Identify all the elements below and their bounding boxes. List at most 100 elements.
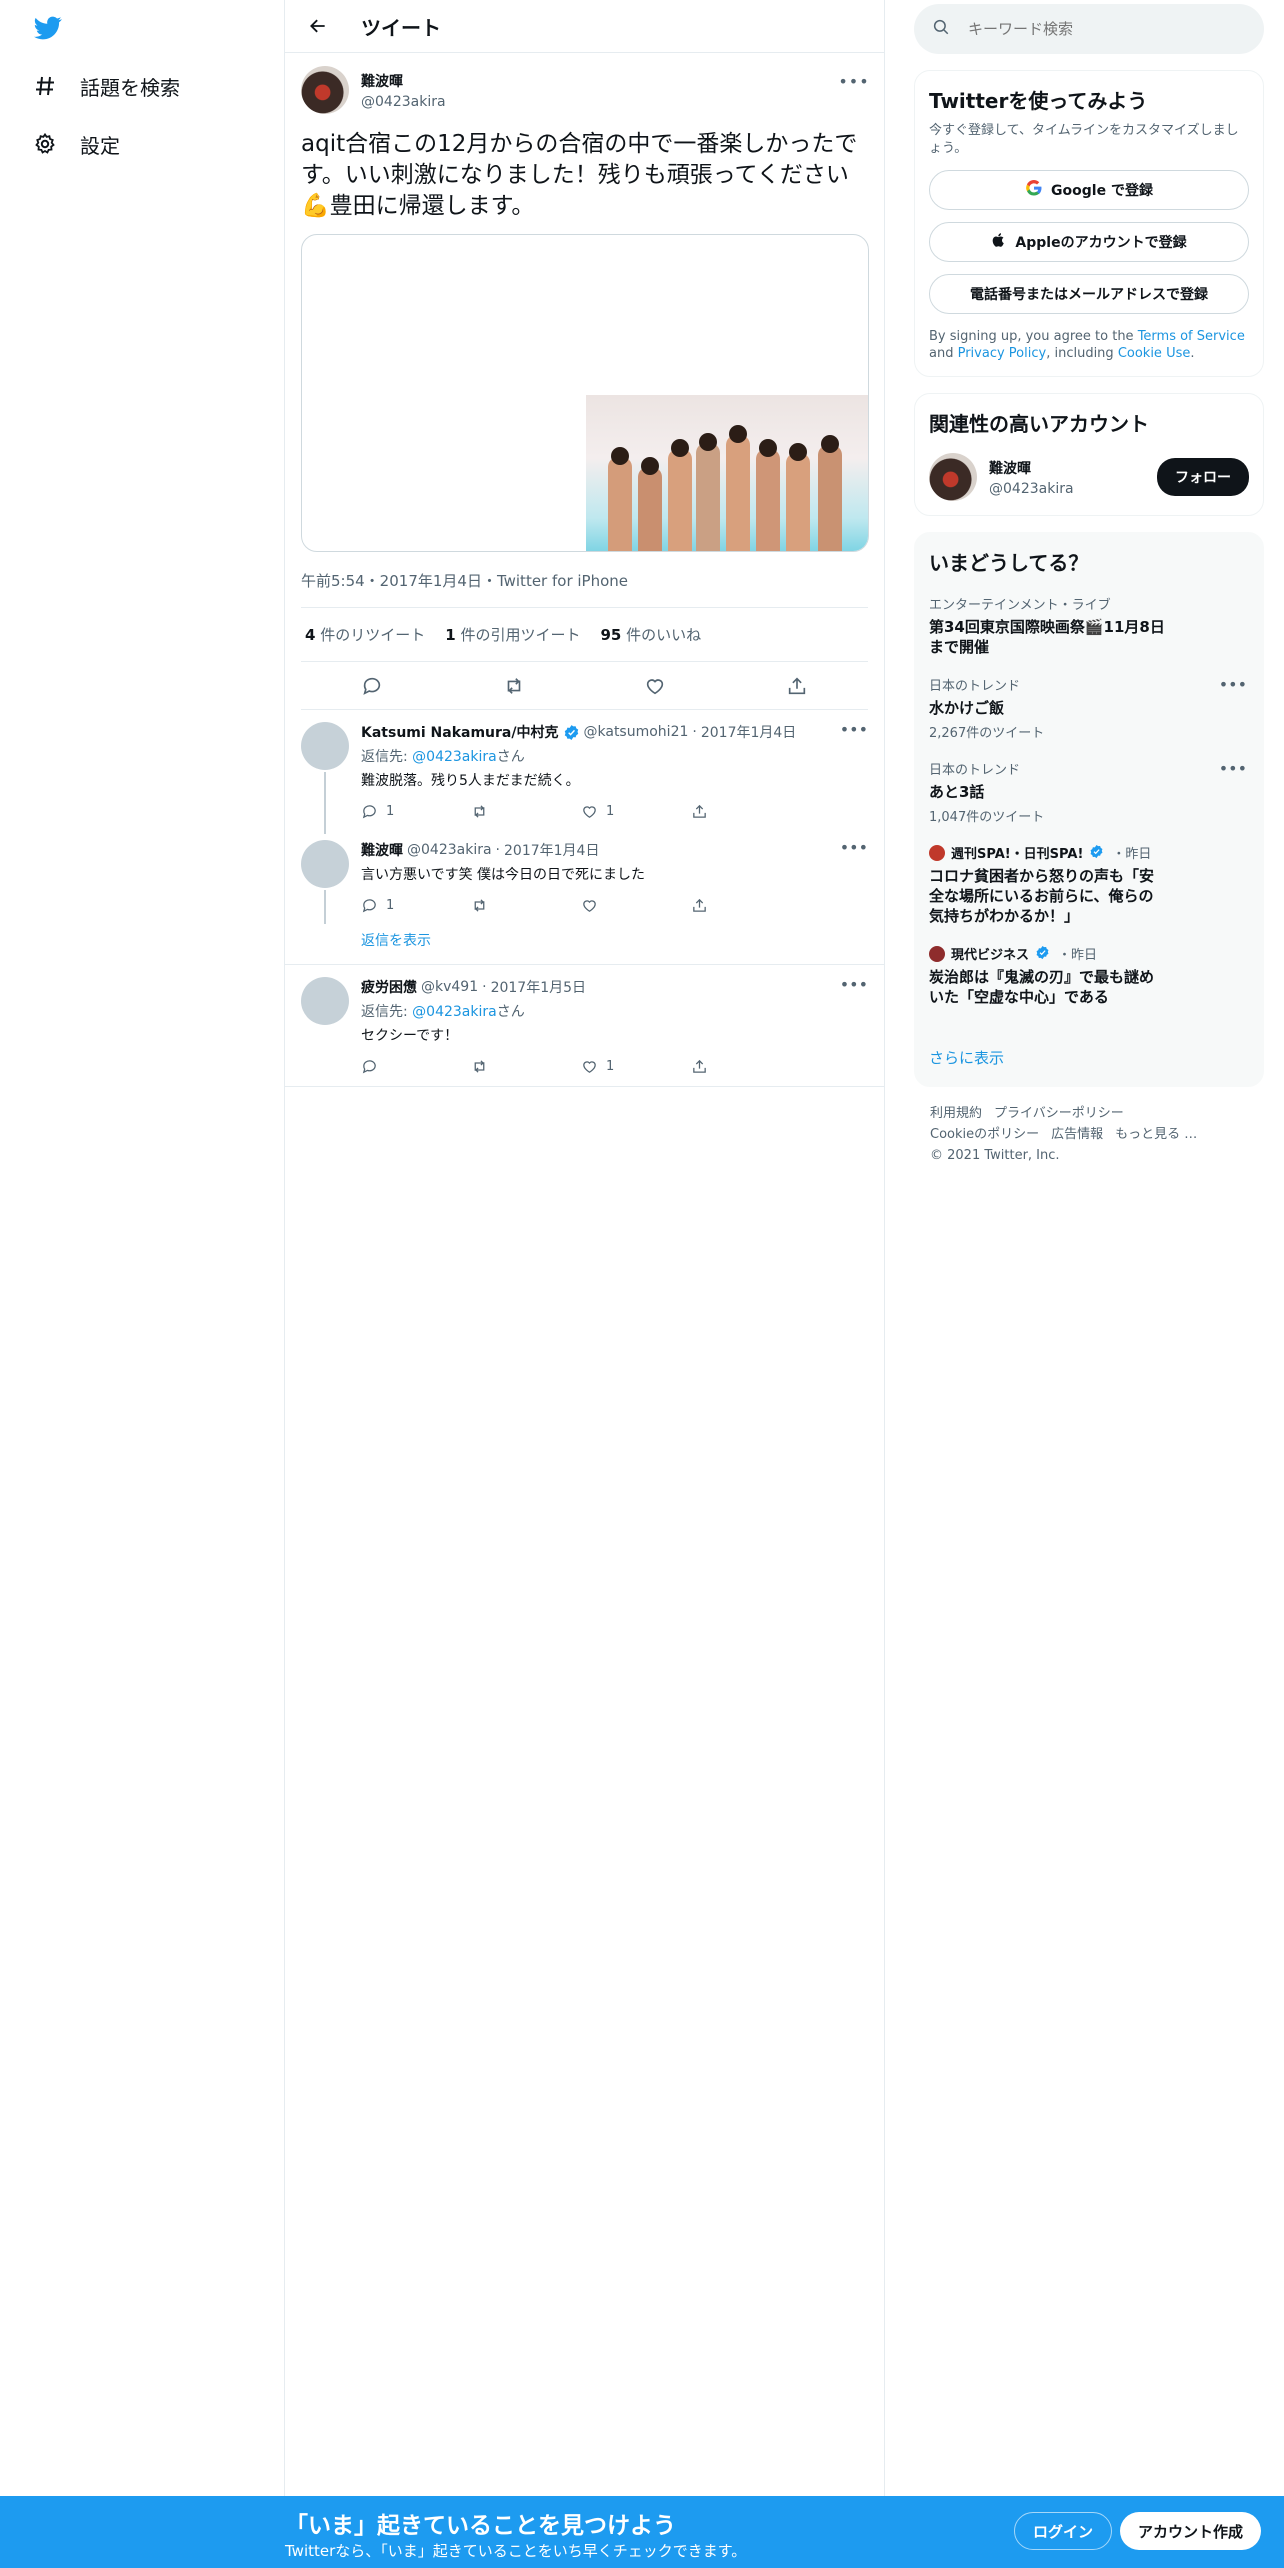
avatar[interactable] — [301, 722, 349, 770]
related-title: 関連性の高いアカウント — [929, 412, 1149, 436]
tweet-media[interactable] — [301, 234, 869, 552]
search-icon — [932, 18, 950, 40]
apple-signup-button[interactable]: Appleのアカウントで登録 — [929, 222, 1249, 262]
trend-item[interactable]: エンターテインメント・ライブ 第34回東京国際映画祭🎬11月8日まで開催 — [929, 594, 1249, 657]
hashtag-icon — [30, 71, 60, 101]
retweet-button[interactable] — [471, 897, 581, 914]
trend-count: 1,047件のツイート — [929, 810, 1045, 825]
reply-item[interactable]: 疲労困憊 @kv491 · 2017年1月5日 ••• 返信先: @0423ak… — [285, 965, 884, 1087]
reply-date[interactable]: 2017年1月4日 — [504, 840, 599, 860]
phone-email-signup-button[interactable]: 電話番号またはメールアドレスで登録 — [929, 274, 1249, 314]
apple-signup-label: Appleのアカウントで登録 — [1015, 235, 1187, 251]
avatar[interactable] — [301, 66, 349, 114]
retweet-button[interactable] — [471, 1058, 581, 1075]
news-item[interactable]: 現代ビジネス ・昨日 炭治郎は『鬼滅の刃』で最も謎めいた「空虚な中心」である — [929, 944, 1249, 1007]
avatar[interactable] — [301, 977, 349, 1025]
main-tweet: 難波暉 @0423akira ••• aqit合宿この12月からの合宿の中で一番… — [285, 53, 884, 710]
avatar[interactable] — [301, 840, 349, 888]
like-icon[interactable] — [637, 668, 673, 704]
reply-actions: 1 — [361, 884, 868, 926]
privacy-link[interactable]: Privacy Policy — [958, 346, 1047, 361]
reply-author-handle[interactable]: @0423akira — [407, 842, 492, 858]
reply-date[interactable]: 2017年1月5日 — [491, 977, 586, 997]
related-account-name[interactable]: 難波暉 — [989, 458, 1157, 478]
reply-text: 言い方悪いです笑 僕は今日の日で死にました — [361, 867, 646, 883]
reply-actions: 1 — [361, 1045, 868, 1087]
share-button[interactable] — [691, 1058, 801, 1075]
footer-terms-link[interactable]: 利用規約 — [930, 1106, 982, 1121]
nav-explore[interactable]: 話題を検索 — [30, 58, 180, 114]
share-button[interactable] — [691, 803, 801, 820]
retweet-button[interactable] — [471, 803, 581, 820]
share-button[interactable] — [691, 897, 801, 914]
reply-author-name[interactable]: 疲労困憊 — [361, 977, 417, 997]
reply-item[interactable]: 難波暉 @0423akira · 2017年1月4日 ••• 言い方悪いです笑 … — [285, 828, 884, 924]
more-options-icon[interactable]: ••• — [1219, 675, 1247, 694]
footer-privacy-link[interactable]: プライバシーポリシー — [994, 1106, 1124, 1121]
back-arrow-icon[interactable] — [301, 9, 335, 43]
reply-author-name[interactable]: 難波暉 — [361, 840, 403, 860]
reply-item[interactable]: Katsumi Nakamura/中村克 @katsumohi21 · 2017… — [285, 710, 884, 834]
more-options-icon[interactable]: ••• — [840, 975, 868, 994]
news-source: 週刊SPA!・日刊SPA! — [951, 847, 1084, 862]
reply-button[interactable] — [361, 1058, 471, 1075]
quotes-stat[interactable]: 1 件の引用ツイート — [445, 624, 580, 645]
trend-item[interactable]: 日本のトレンド あと3話 1,047件のツイート ••• — [929, 759, 1249, 825]
mention-link[interactable]: @0423akira — [412, 1004, 497, 1020]
trend-item[interactable]: 日本のトレンド 水かけご飯 2,267件のツイート ••• — [929, 675, 1249, 741]
twitter-logo-icon[interactable] — [32, 14, 64, 42]
search-box[interactable] — [914, 4, 1264, 54]
related-accounts-card: 関連性の高いアカウント 難波暉 @0423akira フォロー — [914, 393, 1264, 516]
more-options-icon[interactable]: ••• — [840, 720, 868, 739]
terms-link[interactable]: Terms of Service — [1138, 329, 1245, 344]
retweets-stat[interactable]: 4 件のリツイート — [305, 624, 425, 645]
avatar[interactable] — [929, 453, 977, 501]
trend-title: あと3話 — [929, 783, 985, 801]
related-account[interactable]: 難波暉 @0423akira フォロー — [929, 453, 1249, 501]
cookie-link[interactable]: Cookie Use — [1118, 346, 1191, 361]
related-account-handle[interactable]: @0423akira — [989, 481, 1157, 497]
trends-card: いまどうしてる？ エンターテインメント・ライブ 第34回東京国際映画祭🎬11月8… — [914, 532, 1264, 1087]
show-more-link[interactable]: さらに表示 — [929, 1047, 1249, 1068]
reply-date[interactable]: 2017年1月4日 — [701, 722, 796, 742]
reply-author-handle[interactable]: @katsumohi21 — [584, 724, 689, 740]
tweet-timestamp[interactable]: 午前5:54・2017年1月4日・Twitter for iPhone — [301, 552, 868, 608]
reply-text: 難波脱落。残り5人まだまだ続く。 — [361, 773, 580, 789]
more-options-icon[interactable]: ••• — [840, 838, 868, 857]
retweet-icon[interactable] — [496, 668, 532, 704]
tweet-actions — [301, 662, 868, 710]
like-button[interactable]: 1 — [581, 1058, 691, 1075]
like-button[interactable] — [581, 897, 691, 914]
verified-badge-icon — [563, 724, 580, 741]
share-icon[interactable] — [779, 668, 815, 704]
reply-icon[interactable] — [354, 668, 390, 704]
footer-ads-link[interactable]: 広告情報 — [1051, 1127, 1103, 1142]
footer-more-link[interactable]: もっと見る … — [1115, 1127, 1197, 1142]
nav-settings[interactable]: 設定 — [30, 116, 120, 172]
author-name[interactable]: 難波暉 — [361, 71, 446, 91]
news-time: ・昨日 — [1058, 948, 1098, 963]
like-button[interactable]: 1 — [581, 803, 691, 820]
login-button[interactable]: ログイン — [1014, 2512, 1113, 2550]
reply-button[interactable]: 1 — [361, 803, 471, 820]
group-photo[interactable] — [586, 395, 868, 551]
mention-link[interactable]: @0423akira — [412, 749, 497, 765]
reply-author-handle[interactable]: @kv491 — [421, 979, 478, 995]
reply-author-name[interactable]: Katsumi Nakamura/中村克 — [361, 722, 559, 742]
more-options-icon[interactable]: ••• — [1219, 759, 1247, 778]
search-input[interactable] — [968, 20, 1228, 38]
footer-cookie-link[interactable]: Cookieのポリシー — [930, 1127, 1039, 1142]
google-signup-button[interactable]: Google で登録 — [929, 170, 1249, 210]
news-item[interactable]: 週刊SPA!・日刊SPA! ・昨日 コロナ貧困者から怒りの声も「安全な場所にいるお… — [929, 843, 1249, 926]
show-replies-link[interactable]: 返信を表示 — [285, 924, 884, 965]
likes-stat[interactable]: 95 件のいいね — [600, 624, 701, 645]
follow-button[interactable]: フォロー — [1157, 458, 1249, 496]
signup-subtitle: 今すぐ登録して、タイムラインをカスタマイズしましょう。 — [929, 123, 1239, 156]
reply-date-separator: · — [692, 724, 697, 740]
trend-title: 水かけご飯 — [929, 699, 1005, 717]
news-source: 現代ビジネス — [951, 948, 1030, 963]
signup-button[interactable]: アカウント作成 — [1120, 2512, 1262, 2550]
more-options-icon[interactable]: ••• — [838, 71, 868, 91]
reply-button[interactable]: 1 — [361, 897, 471, 914]
author-handle[interactable]: @0423akira — [361, 94, 446, 110]
